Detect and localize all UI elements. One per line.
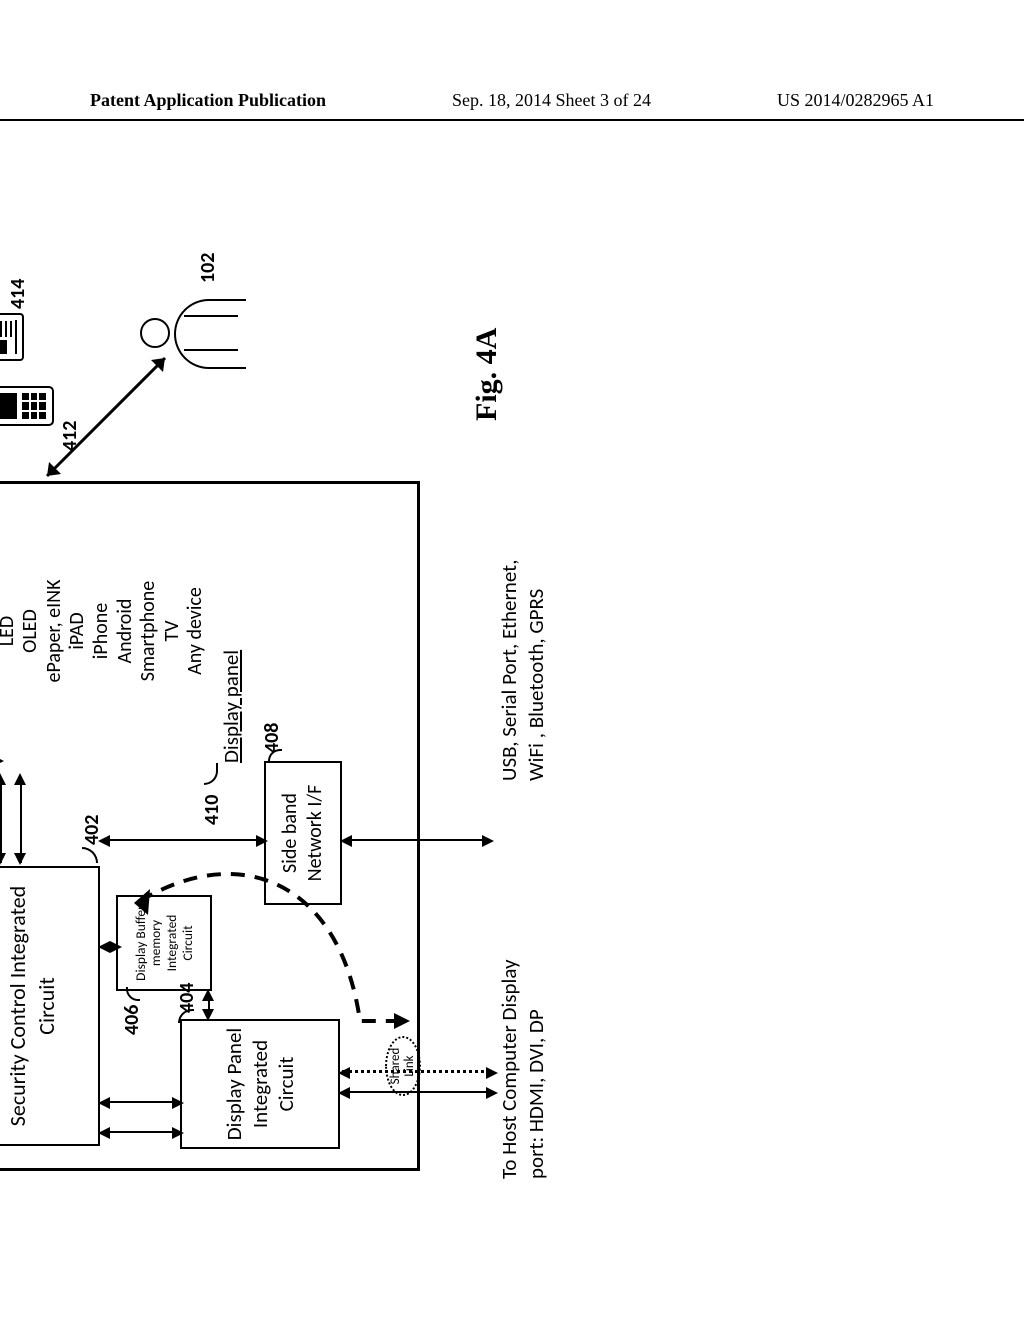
arrow-title-reader bbox=[0, 495, 6, 775]
sideband-protocols-label: USB, Serial Port, Ethernet, WiFi , Bluet… bbox=[496, 560, 551, 781]
diagram-rotated-container: 302 Secure Display Monitor Hardware 416 … bbox=[0, 481, 890, 1241]
user-icon bbox=[140, 297, 246, 369]
smartcard-icon bbox=[0, 313, 24, 361]
host-display-port-label: To Host Computer Display port: HDMI, DVI… bbox=[496, 959, 551, 1179]
figure-label: Fig. 4A bbox=[470, 328, 504, 421]
arrow-sci-displaypanel bbox=[0, 775, 30, 863]
figure-4a-diagram: 302 Secure Display Monitor Hardware 416 … bbox=[0, 161, 570, 1241]
page-header: Patent Application Publication Sep. 18, … bbox=[0, 0, 1024, 121]
display-panel-list: LCD LED OLED ePaper, eINK iPAD iPhone An… bbox=[0, 521, 208, 741]
shared-link-text: Shared Link bbox=[389, 1038, 418, 1094]
arrow-sci-dbmic bbox=[102, 935, 116, 955]
header-right: US 2014/0282965 A1 bbox=[777, 90, 934, 111]
ref-414: 414 bbox=[6, 279, 30, 309]
dashed-link-curve bbox=[130, 801, 430, 1041]
display-panel-bottom: Display panel bbox=[218, 650, 244, 763]
header-left: Patent Application Publication bbox=[90, 90, 326, 111]
security-control-ic-box: Security Control Integrated Circuit bbox=[0, 866, 100, 1146]
header-center: Sep. 18, 2014 Sheet 3 of 24 bbox=[452, 90, 651, 111]
shared-link-label: Shared Link bbox=[385, 1036, 421, 1096]
sci-label: Security Control Integrated Circuit bbox=[4, 868, 61, 1144]
ref-102: 102 bbox=[196, 253, 220, 283]
